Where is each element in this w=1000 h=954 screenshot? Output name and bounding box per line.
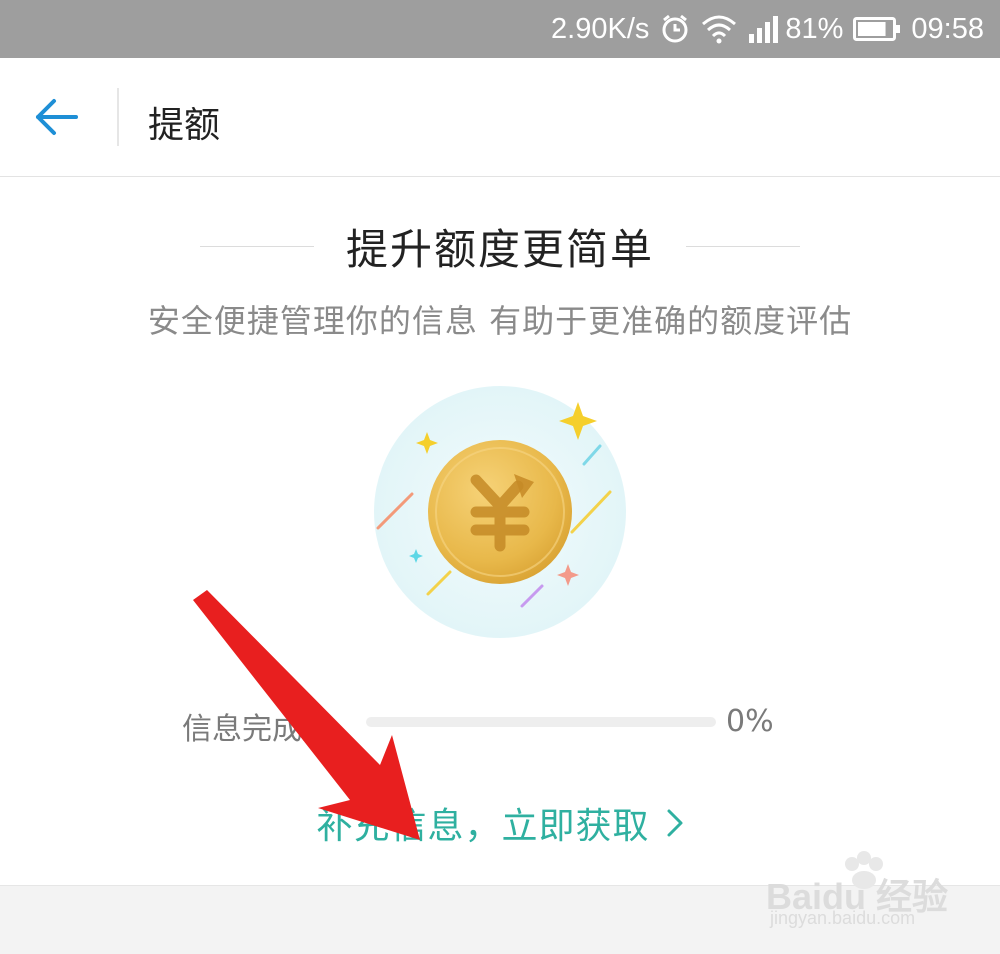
headline-right-rule <box>686 245 800 247</box>
battery-percent: 81% <box>785 12 844 45</box>
headline-left-rule <box>199 245 314 247</box>
headline-row: 提升额度更简单 <box>0 218 1000 274</box>
battery-icon <box>853 16 901 42</box>
progress-bar <box>366 717 716 727</box>
status-bar: 2.90K/s 81% 09:58 <box>0 0 1000 58</box>
yuan-coin-icon <box>372 384 628 640</box>
wifi-icon <box>701 14 737 44</box>
app-bar: 提额 <box>0 58 1000 177</box>
watermark: Baidu 经验 jingyan.baidu.com <box>760 850 960 930</box>
chevron-right-icon <box>667 809 682 837</box>
progress-value: 0% <box>726 704 774 739</box>
supplement-info-link[interactable]: 补充信息，立即获取 <box>0 798 1000 848</box>
subtitle: 安全便捷管理你的信息 有助于更准确的额度评估 <box>147 302 853 340</box>
arrow-left-icon <box>36 99 78 135</box>
headline: 提升额度更简单 <box>345 224 654 274</box>
page-title: 提额 <box>148 105 221 146</box>
appbar-divider <box>117 88 119 146</box>
signal-icon <box>747 14 779 44</box>
clock: 09:58 <box>911 12 984 45</box>
back-button[interactable] <box>30 94 86 140</box>
watermark-url: jingyan.baidu.com <box>770 908 916 928</box>
cta-label: 补充信息，立即获取 <box>316 806 650 847</box>
progress-label: 信息完成度 <box>182 712 332 747</box>
alarm-icon <box>659 13 691 45</box>
network-speed: 2.90K/s <box>551 12 650 45</box>
